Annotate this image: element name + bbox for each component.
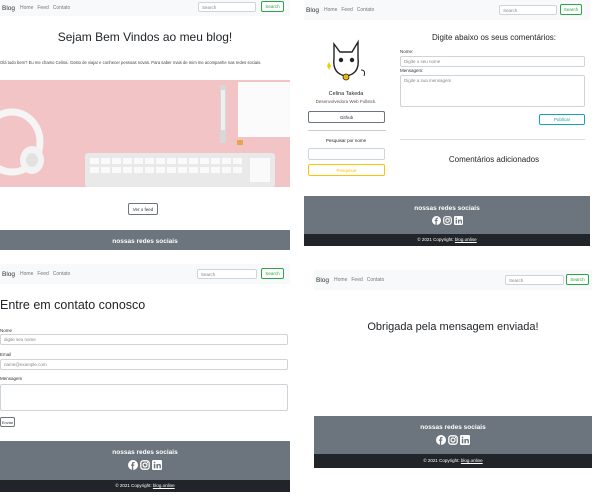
intro-text: Olá tudo bem? Eu me chamo Celina. Gosto …	[0, 60, 262, 65]
search-button[interactable]: Search	[261, 1, 284, 12]
search-input[interactable]: Search	[197, 269, 257, 279]
copyright-link[interactable]: blog.online	[455, 237, 477, 242]
search-button[interactable]: Search	[566, 274, 589, 285]
feed-page-panel: Blog Home Feed Contato Search Search Cel…	[304, 0, 590, 246]
contact-page-panel: Blog Home Feed Contato Search Search Ent…	[0, 264, 290, 492]
email-field[interactable]: name@example.com	[0, 359, 288, 370]
page-title: Entre em contato conosco	[0, 298, 146, 312]
nav-link-feed[interactable]: Feed	[341, 7, 352, 13]
nav-link-feed[interactable]: Feed	[351, 277, 362, 283]
added-comments-title: Comentários adicionados	[448, 155, 540, 164]
search-button[interactable]: Search	[261, 268, 284, 279]
profile-name: Celina Takeda	[328, 91, 364, 97]
message-label: Mensagem	[0, 376, 23, 381]
search-by-name-input[interactable]	[308, 148, 385, 160]
view-feed-button[interactable]: Ver o feed	[128, 203, 158, 215]
footer-title: nossas redes sociais	[112, 449, 178, 456]
facebook-icon[interactable]	[128, 460, 138, 470]
copyright-bar: © 2021 Copyright: blog.online	[0, 480, 290, 492]
nav-link-feed[interactable]: Feed	[37, 271, 48, 277]
copyright-link[interactable]: blog.online	[153, 483, 175, 488]
thank-you-message: Obrigada pela mensagem enviada!	[367, 321, 539, 333]
divider	[400, 139, 585, 140]
footer-title: nossas redes sociais	[414, 205, 480, 212]
navbar-brand[interactable]: Blog	[2, 271, 15, 278]
nav-link-contact[interactable]: Contato	[357, 7, 375, 13]
email-label: Email	[0, 352, 12, 357]
name-label: Nome	[0, 328, 13, 333]
hero-image	[0, 80, 290, 187]
page-title: Sejam Bem Vindos ao meu blog!	[57, 30, 233, 44]
profile-role: Desenvolvedora Web Fullstck.	[315, 99, 377, 104]
github-button[interactable]: Github	[308, 111, 385, 123]
copyright-text: © 2021 Copyright:	[417, 237, 455, 242]
navbar-brand[interactable]: Blog	[2, 5, 15, 12]
nav-link-home[interactable]: Home	[324, 7, 337, 13]
search-input[interactable]: Search	[505, 275, 564, 285]
facebook-icon[interactable]	[431, 216, 441, 225]
nav-link-feed[interactable]: Feed	[37, 5, 48, 11]
avatar	[324, 36, 368, 84]
send-button[interactable]: Enviar	[0, 417, 15, 427]
footer: nossas redes sociais	[304, 196, 590, 234]
linkedin-icon[interactable]	[460, 435, 470, 445]
search-input[interactable]: Search	[499, 5, 557, 15]
social-icons	[0, 460, 290, 470]
footer: nossas redes sociais	[0, 441, 290, 480]
navbar: Blog Home Feed Contato Search Search	[304, 0, 590, 20]
search-by-name-label: Pesquisar por nome	[325, 138, 367, 143]
copyright-text: © 2021 Copyright:	[115, 483, 153, 488]
copyright-bar: © 2021 Copyright: blog.online	[304, 234, 590, 246]
search-button[interactable]: Search	[560, 4, 582, 15]
social-icons	[314, 435, 592, 445]
publish-button[interactable]: Publicar	[539, 114, 585, 125]
nav-link-home[interactable]: Home	[20, 5, 33, 11]
search-input[interactable]: Search	[198, 2, 256, 12]
nav-link-contact[interactable]: Contato	[367, 277, 385, 283]
message-textarea[interactable]: Digite a sua mensagem	[400, 75, 585, 107]
copyright-bar: © 2021 Copyright: blog.online	[314, 454, 592, 468]
footer-title: nossas redes sociais	[112, 238, 178, 245]
message-textarea[interactable]	[0, 384, 288, 411]
facebook-icon[interactable]	[436, 435, 446, 445]
navbar-brand[interactable]: Blog	[316, 277, 329, 284]
footer: nossas redes sociais	[0, 230, 290, 250]
name-input[interactable]: Digite o seu nome	[400, 56, 585, 67]
divider	[308, 130, 386, 131]
nav-link-home[interactable]: Home	[334, 277, 347, 283]
nav-link-contact[interactable]: Contato	[53, 271, 71, 277]
message-label: Mensagem:	[400, 68, 424, 73]
name-label: Nome:	[400, 49, 414, 54]
navbar: Blog Home Feed Contato Search Search	[0, 264, 290, 284]
navbar: Blog Home Feed Contato Search Search	[0, 0, 290, 16]
copyright-link[interactable]: blog.online	[461, 458, 483, 463]
footer: nossas redes sociais	[314, 416, 592, 454]
instagram-icon[interactable]	[140, 460, 150, 470]
instagram-icon[interactable]	[448, 435, 458, 445]
social-icons	[304, 216, 590, 225]
footer-title: nossas redes sociais	[420, 424, 486, 431]
copyright-text: © 2021 Copyright:	[423, 458, 461, 463]
comments-title: Digite abaixo os seus comentários:	[431, 33, 557, 42]
nav-link-home[interactable]: Home	[20, 271, 33, 277]
search-by-name-button[interactable]: Pesquisar	[308, 164, 385, 176]
linkedin-icon[interactable]	[453, 216, 463, 225]
name-input[interactable]: digite seu nome	[0, 334, 288, 345]
thanks-page-panel: Blog Home Feed Contato Search Search Obr…	[314, 270, 592, 468]
navbar-brand[interactable]: Blog	[306, 7, 319, 14]
home-page-panel: Blog Home Feed Contato Search Search Sej…	[0, 0, 290, 250]
navbar: Blog Home Feed Contato Search Search	[314, 270, 592, 290]
linkedin-icon[interactable]	[152, 460, 162, 470]
instagram-icon[interactable]	[442, 216, 452, 225]
nav-link-contact[interactable]: Contato	[53, 5, 71, 11]
